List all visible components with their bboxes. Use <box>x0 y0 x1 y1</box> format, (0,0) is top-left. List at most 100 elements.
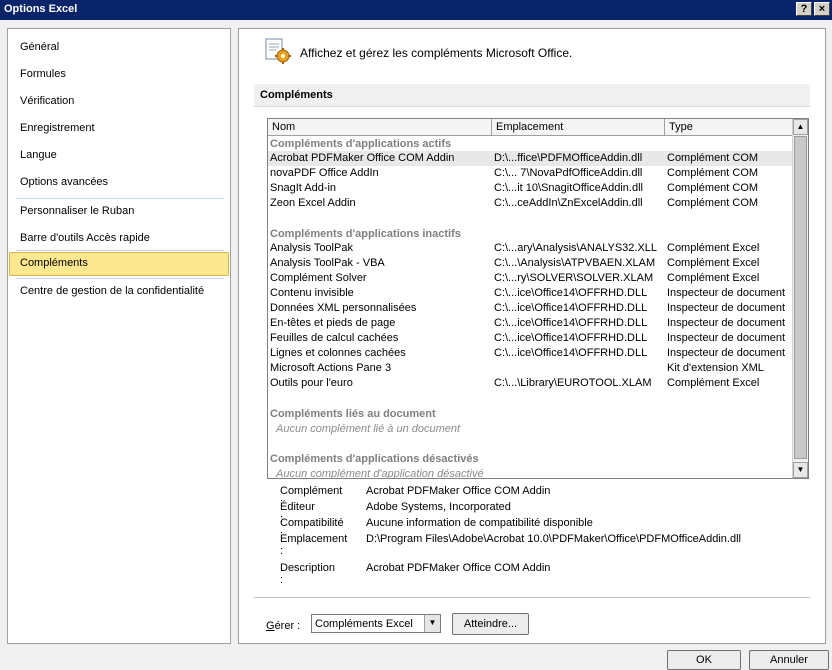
table-row[interactable]: novaPDF Office AddIn C:\... 7\NovaPdfOff… <box>268 166 792 181</box>
row-type: Complément Excel <box>667 377 760 389</box>
sidebar-item-label: Barre d'outils Accès rapide <box>20 232 150 244</box>
sidebar-item-verification[interactable]: Vérification <box>9 90 229 114</box>
sidebar-item-langue[interactable]: Langue <box>9 144 229 168</box>
row-type: Complément COM <box>667 167 759 179</box>
row-name: Zeon Excel Addin <box>270 197 356 209</box>
main-panel: Affichez et gérez les compléments Micros… <box>238 28 826 644</box>
column-header-type[interactable]: Type <box>665 119 792 135</box>
table-row[interactable]: En-têtes et pieds de page C:\...ice\Offi… <box>268 316 792 331</box>
row-name: Feuilles de calcul cachées <box>270 332 399 344</box>
table-row[interactable]: Outils pour l'euro C:\...\Library\EUROTO… <box>268 376 792 391</box>
column-header-name[interactable]: Nom <box>268 119 492 135</box>
table-row[interactable]: Analysis ToolPak C:\...ary\Analysis\ANAL… <box>268 241 792 256</box>
window-title: Options Excel <box>4 3 78 15</box>
manage-label-text: érer : <box>274 620 301 632</box>
row-location: C:\...ice\Office14\OFFRHD.DLL <box>494 302 648 314</box>
manage-select-value: Compléments Excel <box>315 618 413 630</box>
table-row[interactable]: SnagIt Add-in C:\...it 10\SnagitOfficeAd… <box>268 181 792 196</box>
sidebar-item-options-avancees[interactable]: Options avancées <box>9 171 229 195</box>
table-row[interactable]: Lignes et colonnes cachées C:\...ice\Off… <box>268 346 792 361</box>
table-row[interactable]: Acrobat PDFMaker Office COM Addin D:\...… <box>268 151 792 166</box>
sidebar-divider <box>16 250 224 251</box>
row-type: Inspecteur de document <box>667 287 786 299</box>
column-label: Emplacement <box>496 121 564 133</box>
list-header: Nom Emplacement Type <box>268 119 792 136</box>
group-header: Compléments liés au document <box>270 408 436 420</box>
row-name: Données XML personnalisées <box>270 302 417 314</box>
row-type: Inspecteur de document <box>667 332 786 344</box>
sidebar-item-personnaliser-ruban[interactable]: Personnaliser le Ruban <box>9 200 229 224</box>
addins-gear-icon <box>263 35 293 65</box>
title-bar: Options Excel ? × <box>0 0 832 20</box>
row-type: Complément Excel <box>667 242 760 254</box>
row-name: Microsoft Actions Pane 3 <box>270 362 392 374</box>
go-button[interactable]: Atteindre... <box>452 613 529 635</box>
table-row[interactable]: Zeon Excel Addin C:\...ceAddIn\ZnExcelAd… <box>268 196 792 211</box>
row-name: Complément Solver <box>270 272 367 284</box>
sidebar-item-label: Enregistrement <box>20 122 95 134</box>
detail-compat-value: Aucune information de compatibilité disp… <box>366 517 593 529</box>
row-location: C:\... 7\NovaPdfOfficeAddin.dll <box>494 167 643 179</box>
detail-location-value: D:\Program Files\Adobe\Acrobat 10.0\PDFM… <box>366 533 741 545</box>
ok-button[interactable]: OK <box>667 650 741 670</box>
manage-select[interactable]: Compléments Excel ▼ <box>311 614 441 633</box>
addins-list[interactable]: Nom Emplacement Type Compléments d'appli… <box>267 118 809 479</box>
row-name: En-têtes et pieds de page <box>270 317 396 329</box>
page-description: Affichez et gérez les compléments Micros… <box>300 46 573 60</box>
group-header: Compléments d'applications désactivés <box>270 453 479 465</box>
column-label: Type <box>669 121 693 133</box>
scroll-thumb[interactable] <box>794 136 807 459</box>
table-row[interactable]: Données XML personnalisées C:\...ice\Off… <box>268 301 792 316</box>
sidebar-item-label: Centre de gestion de la confidentialité <box>20 285 205 297</box>
section-title: Compléments <box>260 89 333 101</box>
sidebar-item-label: Formules <box>20 68 66 80</box>
row-type: Complément COM <box>667 152 759 164</box>
detail-addin-value: Acrobat PDFMaker Office COM Addin <box>366 485 551 497</box>
table-row[interactable]: Complément Solver C:\...ry\SOLVER\SOLVER… <box>268 271 792 286</box>
row-location: C:\...ice\Office14\OFFRHD.DLL <box>494 332 648 344</box>
row-type: Complément Excel <box>667 272 760 284</box>
row-name: Lignes et colonnes cachées <box>270 347 406 359</box>
cancel-button[interactable]: Annuler <box>749 650 829 670</box>
row-name: SnagIt Add-in <box>270 182 337 194</box>
scroll-up-icon[interactable]: ▲ <box>793 119 808 135</box>
sidebar-item-label: Compléments <box>20 257 88 269</box>
scroll-down-icon[interactable]: ▼ <box>793 462 808 478</box>
row-location: C:\...ice\Office14\OFFRHD.DLL <box>494 287 648 299</box>
sidebar-item-confidentialite[interactable]: Centre de gestion de la confidentialité <box>9 280 229 304</box>
row-name: Analysis ToolPak - VBA <box>270 257 385 269</box>
row-type: Inspecteur de document <box>667 317 786 329</box>
table-row[interactable]: Feuilles de calcul cachées C:\...ice\Off… <box>268 331 792 346</box>
row-type: Inspecteur de document <box>667 347 786 359</box>
detail-label: Description : <box>280 562 336 586</box>
table-row[interactable]: Contenu invisible C:\...ice\Office14\OFF… <box>268 286 792 301</box>
sidebar-item-label: Personnaliser le Ruban <box>20 205 135 217</box>
row-location: C:\...ice\Office14\OFFRHD.DLL <box>494 317 648 329</box>
dialog-body: Général Formules Vérification Enregistre… <box>0 20 832 670</box>
column-header-location[interactable]: Emplacement <box>492 119 665 135</box>
vertical-scrollbar[interactable]: ▲ ▼ <box>792 119 808 478</box>
sidebar-item-complements[interactable]: Compléments <box>9 252 229 276</box>
row-type: Complément COM <box>667 197 759 209</box>
sidebar-item-general[interactable]: Général <box>9 36 229 60</box>
manage-label: Gérer : <box>266 620 300 632</box>
row-location: C:\...ceAddIn\ZnExcelAddin.dll <box>494 197 643 209</box>
row-type: Kit d'extension XML <box>667 362 764 374</box>
row-location: C:\...\Analysis\ATPVBAEN.XLAM <box>494 257 656 269</box>
row-location: C:\...ry\SOLVER\SOLVER.XLAM <box>494 272 654 284</box>
sidebar-item-barre-acces-rapide[interactable]: Barre d'outils Accès rapide <box>9 227 229 251</box>
empty-group-text: Aucun complément lié à un document <box>276 423 461 435</box>
empty-group-text: Aucun complément d'application désactivé <box>276 468 484 479</box>
row-name: Outils pour l'euro <box>270 377 353 389</box>
close-button[interactable]: × <box>814 2 830 16</box>
help-button[interactable]: ? <box>796 2 812 16</box>
sidebar-divider <box>16 198 224 199</box>
chevron-down-icon[interactable]: ▼ <box>424 615 440 632</box>
sidebar-item-enregistrement[interactable]: Enregistrement <box>9 117 229 141</box>
row-name: novaPDF Office AddIn <box>270 167 379 179</box>
table-row[interactable]: Microsoft Actions Pane 3 Kit d'extension… <box>268 361 792 376</box>
table-row[interactable]: Analysis ToolPak - VBA C:\...\Analysis\A… <box>268 256 792 271</box>
sidebar-item-formules[interactable]: Formules <box>9 63 229 87</box>
sidebar-divider <box>16 278 224 279</box>
group-header: Compléments d'applications inactifs <box>270 228 461 240</box>
